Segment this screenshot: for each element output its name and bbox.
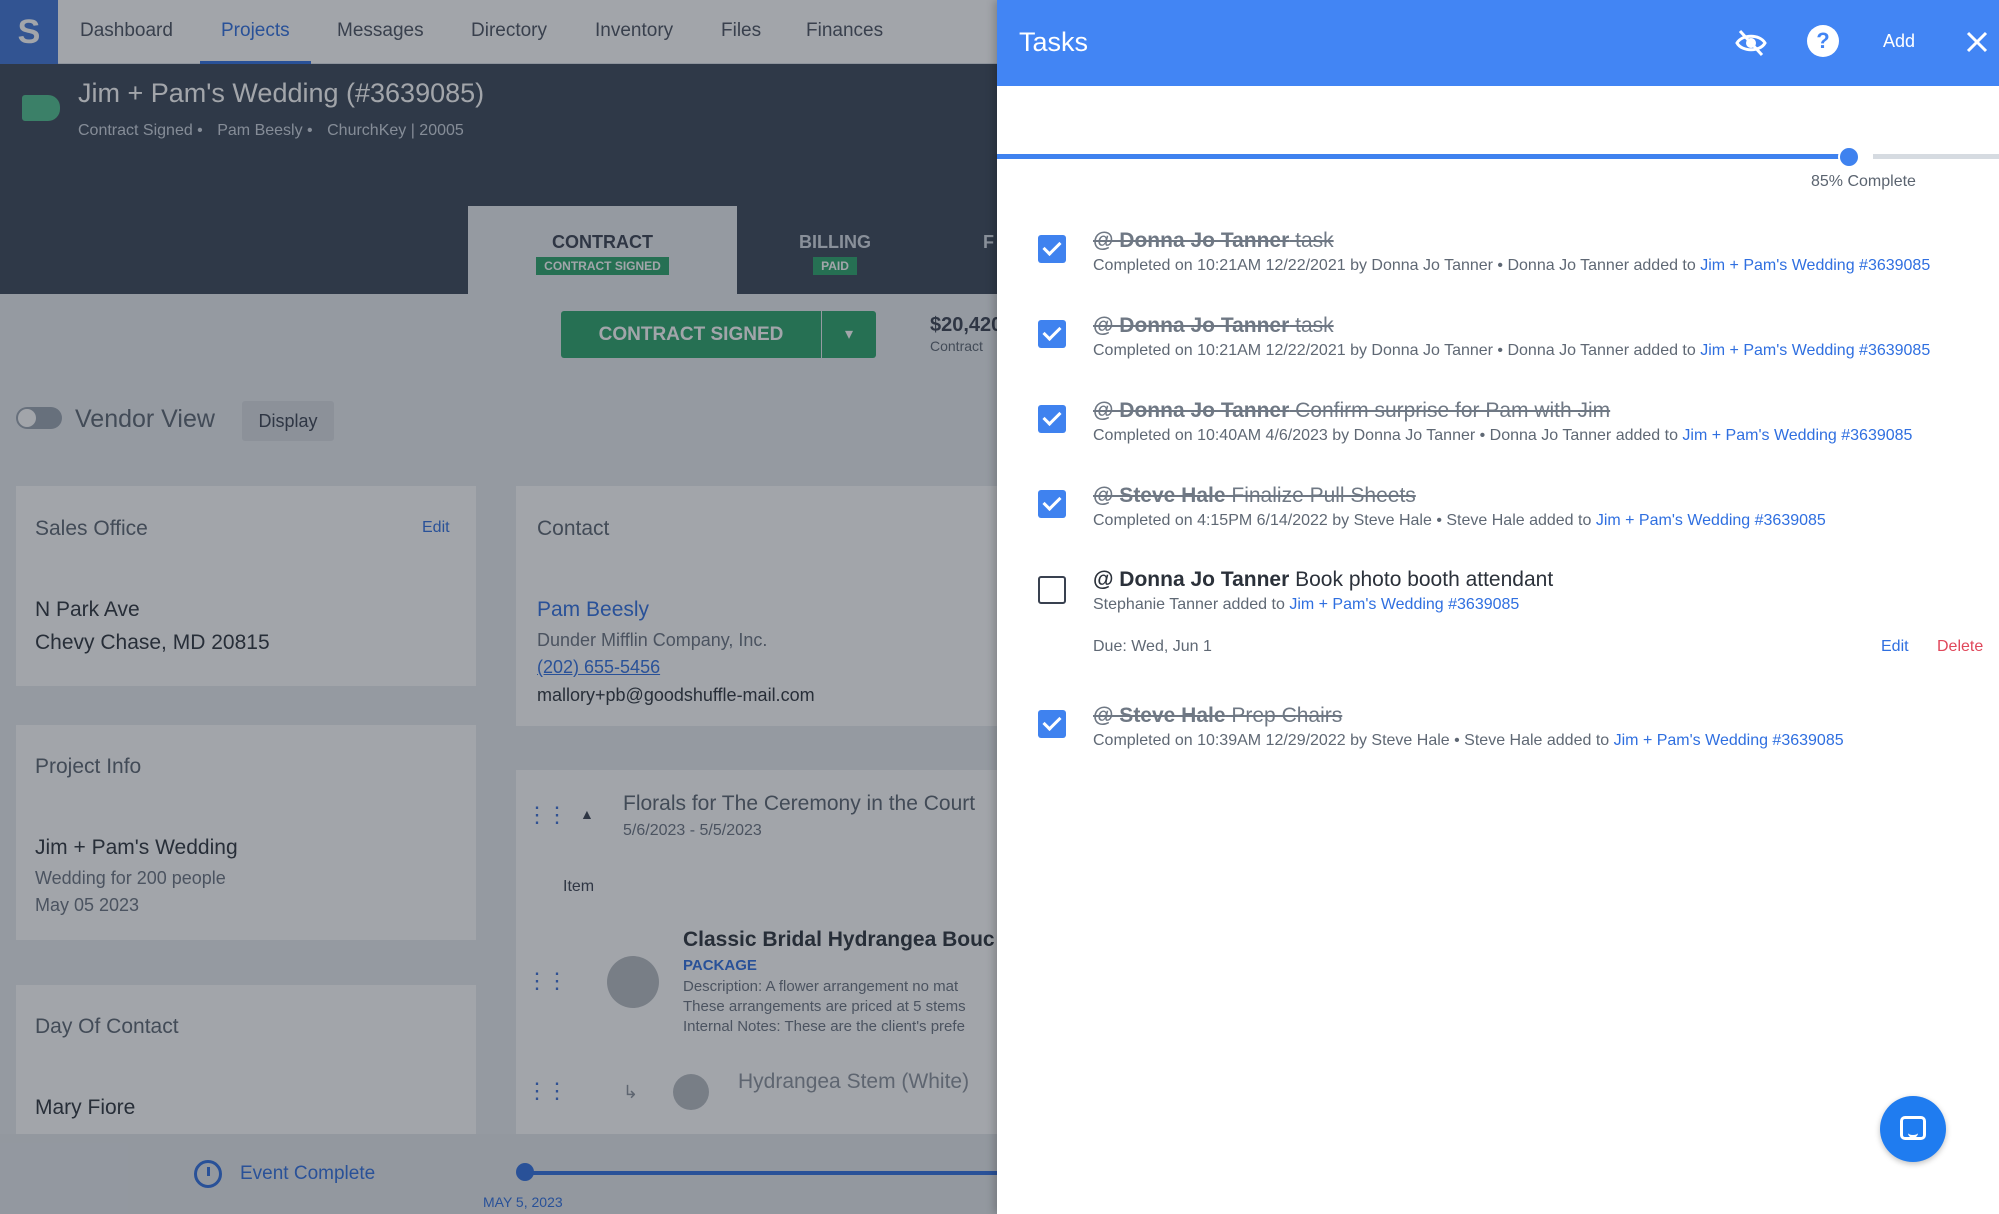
task-text: Book photo booth attendant (1289, 568, 1554, 591)
task-checkbox[interactable] (1038, 405, 1066, 433)
progress-bar-fill (997, 154, 1849, 159)
task-text: task (1289, 314, 1334, 337)
task-checkbox[interactable] (1038, 576, 1066, 604)
task-meta-text: Completed on 4:15PM 6/14/2022 by Steve H… (1093, 512, 1596, 529)
task-edit-button[interactable]: Edit (1881, 638, 1909, 656)
task-assignee: @ Donna Jo Tanner (1093, 568, 1290, 591)
task-text: task (1289, 229, 1334, 252)
task-meta-text: Completed on 10:21AM 12/22/2021 by Donna… (1093, 257, 1701, 274)
task-project-link[interactable]: Jim + Pam's Wedding #3639085 (1700, 257, 1930, 274)
task-text: Finalize Pull Sheets (1225, 484, 1416, 507)
modal-overlay[interactable] (0, 0, 999, 1214)
task-meta: Completed on 4:15PM 6/14/2022 by Steve H… (1093, 512, 1826, 530)
progress-label: 85% Complete (1811, 173, 1916, 190)
task-checkbox[interactable] (1038, 490, 1066, 518)
tasks-panel-header: Tasks ? Add (997, 0, 1999, 86)
add-task-button[interactable]: Add (1883, 31, 1915, 52)
task-meta: Completed on 10:21AM 12/22/2021 by Donna… (1093, 342, 1930, 360)
task-assignee: @ Donna Jo Tanner (1093, 229, 1290, 252)
task-checkbox[interactable] (1038, 710, 1066, 738)
task-meta-text: Stephanie Tanner added to (1093, 596, 1290, 613)
task-project-link[interactable]: Jim + Pam's Wedding #3639085 (1682, 427, 1912, 444)
task-delete-button[interactable]: Delete (1937, 638, 1983, 656)
task-checkbox[interactable] (1038, 235, 1066, 263)
task-meta: Completed on 10:40AM 4/6/2023 by Donna J… (1093, 427, 1912, 445)
task-project-link[interactable]: Jim + Pam's Wedding #3639085 (1289, 596, 1519, 613)
task-title[interactable]: @ Donna Jo Tanner task (1093, 314, 1334, 338)
app-root: S Dashboard Projects Messages Directory … (0, 0, 1999, 1214)
task-meta-text: Completed on 10:39AM 12/29/2022 by Steve… (1093, 732, 1614, 749)
task-project-link[interactable]: Jim + Pam's Wedding #3639085 (1700, 342, 1930, 359)
progress-bar (997, 146, 1999, 168)
task-due-date: Due: Wed, Jun 1 (1093, 638, 1212, 655)
task-item-open: @ Donna Jo Tanner Book photo booth atten… (997, 568, 1999, 668)
hide-completed-icon[interactable] (1734, 26, 1768, 60)
task-assignee: @ Donna Jo Tanner (1093, 314, 1290, 337)
task-meta-text: Completed on 10:21AM 12/22/2021 by Donna… (1093, 342, 1701, 359)
progress-bar-gap (1859, 153, 1873, 160)
task-project-link[interactable]: Jim + Pam's Wedding #3639085 (1614, 732, 1844, 749)
task-title[interactable]: @ Steve Hale Prep Chairs (1093, 704, 1342, 728)
task-project-link[interactable]: Jim + Pam's Wedding #3639085 (1596, 512, 1826, 529)
task-assignee: @ Donna Jo Tanner (1093, 399, 1290, 422)
task-title[interactable]: @ Donna Jo Tanner task (1093, 229, 1334, 253)
tasks-panel: Tasks ? Add 85% Complete @ Donna Jo Tann… (997, 0, 1999, 1214)
task-title[interactable]: @ Donna Jo Tanner Book photo booth atten… (1093, 568, 1553, 592)
help-icon[interactable]: ? (1807, 25, 1839, 57)
task-text: Prep Chairs (1225, 704, 1343, 727)
task-meta: Stephanie Tanner added to Jim + Pam's We… (1093, 596, 1519, 614)
task-text: Confirm surprise for Pam with Jim (1289, 399, 1611, 422)
task-meta: Completed on 10:39AM 12/29/2022 by Steve… (1093, 732, 1844, 750)
task-assignee: @ Steve Hale (1093, 704, 1226, 727)
task-title[interactable]: @ Donna Jo Tanner Confirm surprise for P… (1093, 399, 1610, 423)
task-assignee: @ Steve Hale (1093, 484, 1226, 507)
task-checkbox[interactable] (1038, 320, 1066, 348)
tasks-panel-title: Tasks (1019, 27, 1089, 57)
task-title[interactable]: @ Steve Hale Finalize Pull Sheets (1093, 484, 1416, 508)
chat-icon (1900, 1116, 1926, 1140)
chat-button[interactable] (1880, 1096, 1946, 1162)
task-meta-text: Completed on 10:40AM 4/6/2023 by Donna J… (1093, 427, 1683, 444)
close-icon[interactable] (1961, 26, 1993, 58)
task-meta: Completed on 10:21AM 12/22/2021 by Donna… (1093, 257, 1930, 275)
progress-knob (1838, 146, 1860, 168)
